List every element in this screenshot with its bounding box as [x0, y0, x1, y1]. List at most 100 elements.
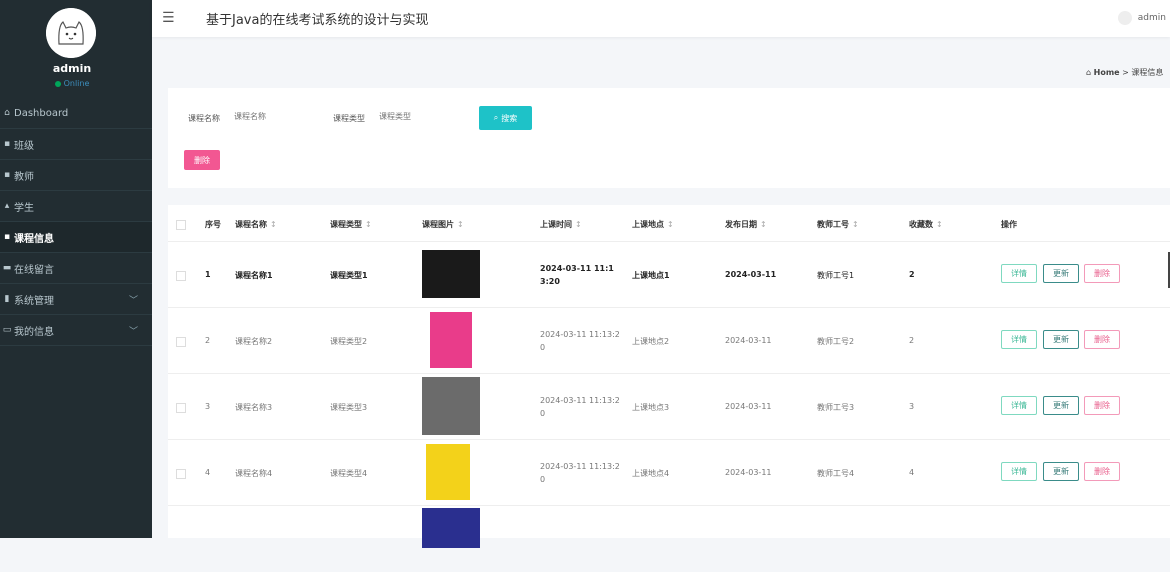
col-time-label: 上课时间: [540, 220, 572, 229]
col-date[interactable]: 发布日期 ↕: [725, 219, 767, 230]
cell-index: 1: [205, 270, 211, 279]
breadcrumb-home[interactable]: Home: [1094, 68, 1120, 77]
delete-button[interactable]: 删除: [1084, 462, 1120, 481]
graduate-icon: ▴: [4, 201, 10, 211]
course-name-label: 课程名称: [188, 114, 220, 123]
sidebar-item-dashboard[interactable]: ⌂ Dashboard: [0, 98, 152, 129]
course-thumbnail[interactable]: [422, 508, 480, 548]
cell-date: 2024-03-11: [725, 270, 777, 279]
cell-time: 2024-03-11 11:13:20: [540, 330, 620, 352]
course-thumbnail[interactable]: [422, 377, 480, 435]
detail-button[interactable]: 详情: [1001, 330, 1037, 349]
table-row: [168, 505, 1170, 572]
sidebar-item-class[interactable]: ▪ 班级: [0, 129, 152, 160]
cell-time: 2024-03-11 11:13:20: [540, 264, 614, 286]
sort-icon: ↕: [667, 220, 674, 229]
search-button[interactable]: ⌕ 搜索: [479, 106, 532, 130]
sidebar-item-my-info[interactable]: ▭ 我的信息 ﹀: [0, 315, 152, 346]
delete-button[interactable]: 删除: [1084, 330, 1120, 349]
col-fav[interactable]: 收藏数 ↕: [909, 219, 943, 230]
cell-index: 3: [205, 402, 211, 411]
col-teacher[interactable]: 教师工号 ↕: [817, 219, 859, 230]
delete-button[interactable]: 删除: [1084, 396, 1120, 415]
col-type-label: 课程类型: [330, 220, 362, 229]
grid-icon: ▪: [3, 139, 11, 149]
update-button[interactable]: 更新: [1043, 264, 1079, 283]
course-type-input[interactable]: [375, 106, 453, 126]
sidebar-item-course-info[interactable]: ▪ 课程信息: [0, 222, 152, 253]
col-place[interactable]: 上课地点 ↕: [632, 219, 674, 230]
id-card-icon: ▭: [2, 325, 12, 335]
col-place-label: 上课地点: [632, 220, 664, 229]
grid-icon: ▪: [3, 232, 11, 242]
batch-delete-button[interactable]: 删除: [184, 150, 220, 170]
sidebar-item-label: 教师: [14, 171, 34, 183]
detail-button[interactable]: 详情: [1001, 462, 1037, 481]
sidebar-item-label: 学生: [14, 202, 34, 214]
course-thumbnail[interactable]: [430, 312, 472, 368]
course-name-input[interactable]: [230, 106, 308, 126]
sidebar-item-messages[interactable]: ▬ 在线留言: [0, 253, 152, 284]
search-icon: ⌕: [493, 113, 499, 122]
table-row: 4 课程名称4 课程类型4 2024-03-11 11:13:20 上课地点4 …: [168, 439, 1170, 506]
row-checkbox[interactable]: [176, 337, 186, 347]
cell-time: 2024-03-11 11:13:20: [540, 462, 620, 484]
course-thumbnail[interactable]: [426, 444, 470, 500]
sort-icon: ↕: [270, 220, 277, 229]
table-row: 3 课程名称3 课程类型3 2024-03-11 11:13:20 上课地点3 …: [168, 373, 1170, 440]
row-checkbox[interactable]: [176, 271, 186, 281]
sidebar-item-teacher[interactable]: ▪ 教师: [0, 160, 152, 191]
col-image[interactable]: 课程图片 ↕: [422, 219, 464, 230]
sort-icon: ↕: [760, 220, 767, 229]
row-checkbox[interactable]: [176, 403, 186, 413]
col-teacher-label: 教师工号: [817, 220, 849, 229]
course-thumbnail[interactable]: [422, 250, 480, 298]
row-checkbox[interactable]: [176, 469, 186, 479]
sidebar-item-label: 我的信息: [14, 326, 54, 338]
sidebar-item-system[interactable]: ▮ 系统管理 ﹀: [0, 284, 152, 315]
cell-teacher: 教师工号1: [817, 271, 855, 280]
cell-fav: 2: [909, 336, 915, 345]
col-image-label: 课程图片: [422, 220, 454, 229]
cell-type: 课程类型1: [330, 271, 368, 280]
update-button[interactable]: 更新: [1043, 396, 1079, 415]
cell-teacher: 教师工号3: [817, 403, 855, 412]
table-row: 2 课程名称2 课程类型2 2024-03-11 11:13:20 上课地点2 …: [168, 307, 1170, 374]
sidebar-item-student[interactable]: ▴ 学生: [0, 191, 152, 222]
select-all-checkbox[interactable]: [176, 220, 186, 230]
sort-icon: ↕: [575, 220, 582, 229]
delete-button[interactable]: 删除: [1084, 264, 1120, 283]
menu-toggle-icon[interactable]: ☰: [162, 10, 175, 26]
sidebar-item-label: Dashboard: [14, 107, 69, 119]
col-type[interactable]: 课程类型 ↕: [330, 219, 372, 230]
sidebar-item-label: 在线留言: [14, 264, 54, 276]
cell-date: 2024-03-11: [725, 336, 772, 345]
cell-type: 课程类型4: [330, 469, 368, 478]
cell-name: 课程名称1: [235, 271, 273, 280]
header-username: admin: [1137, 13, 1166, 23]
status-dot-icon: [54, 80, 61, 87]
online-status: Online: [0, 79, 144, 88]
chevron-down-icon: ﹀: [128, 327, 138, 337]
status-text: Online: [63, 79, 90, 88]
cell-fav: 2: [909, 270, 915, 279]
sort-icon: ↕: [457, 220, 464, 229]
update-button[interactable]: 更新: [1043, 462, 1079, 481]
sidebar-menu: ⌂ Dashboard ▪ 班级 ▪ 教师 ▴ 学生 ▪ 课程信息 ▬ 在线留言 ▮ 系统管理…: [0, 98, 152, 346]
cell-place: 上课地点2: [632, 337, 670, 346]
system-title: 基于Java的在线考试系统的设计与实现: [206, 13, 429, 28]
breadcrumb-current: 课程信息: [1131, 68, 1164, 77]
detail-button[interactable]: 详情: [1001, 264, 1037, 283]
sidebar-item-label: 系统管理: [14, 295, 54, 307]
header-user[interactable]: admin: [1117, 11, 1166, 25]
user-avatar-icon: [1117, 11, 1132, 25]
sort-icon: ↕: [852, 220, 859, 229]
update-button[interactable]: 更新: [1043, 330, 1079, 349]
col-name-label: 课程名称: [235, 220, 267, 229]
col-name[interactable]: 课程名称 ↕: [235, 219, 277, 230]
col-time[interactable]: 上课时间 ↕: [540, 219, 582, 230]
avatar[interactable]: [46, 8, 96, 58]
detail-button[interactable]: 详情: [1001, 396, 1037, 415]
cell-index: 2: [205, 336, 211, 345]
course-table: 序号 课程名称 ↕ 课程类型 ↕ 课程图片 ↕ 上课时间 ↕ 上课地点 ↕ 发布日期 ↕ 教…: [168, 205, 1170, 548]
